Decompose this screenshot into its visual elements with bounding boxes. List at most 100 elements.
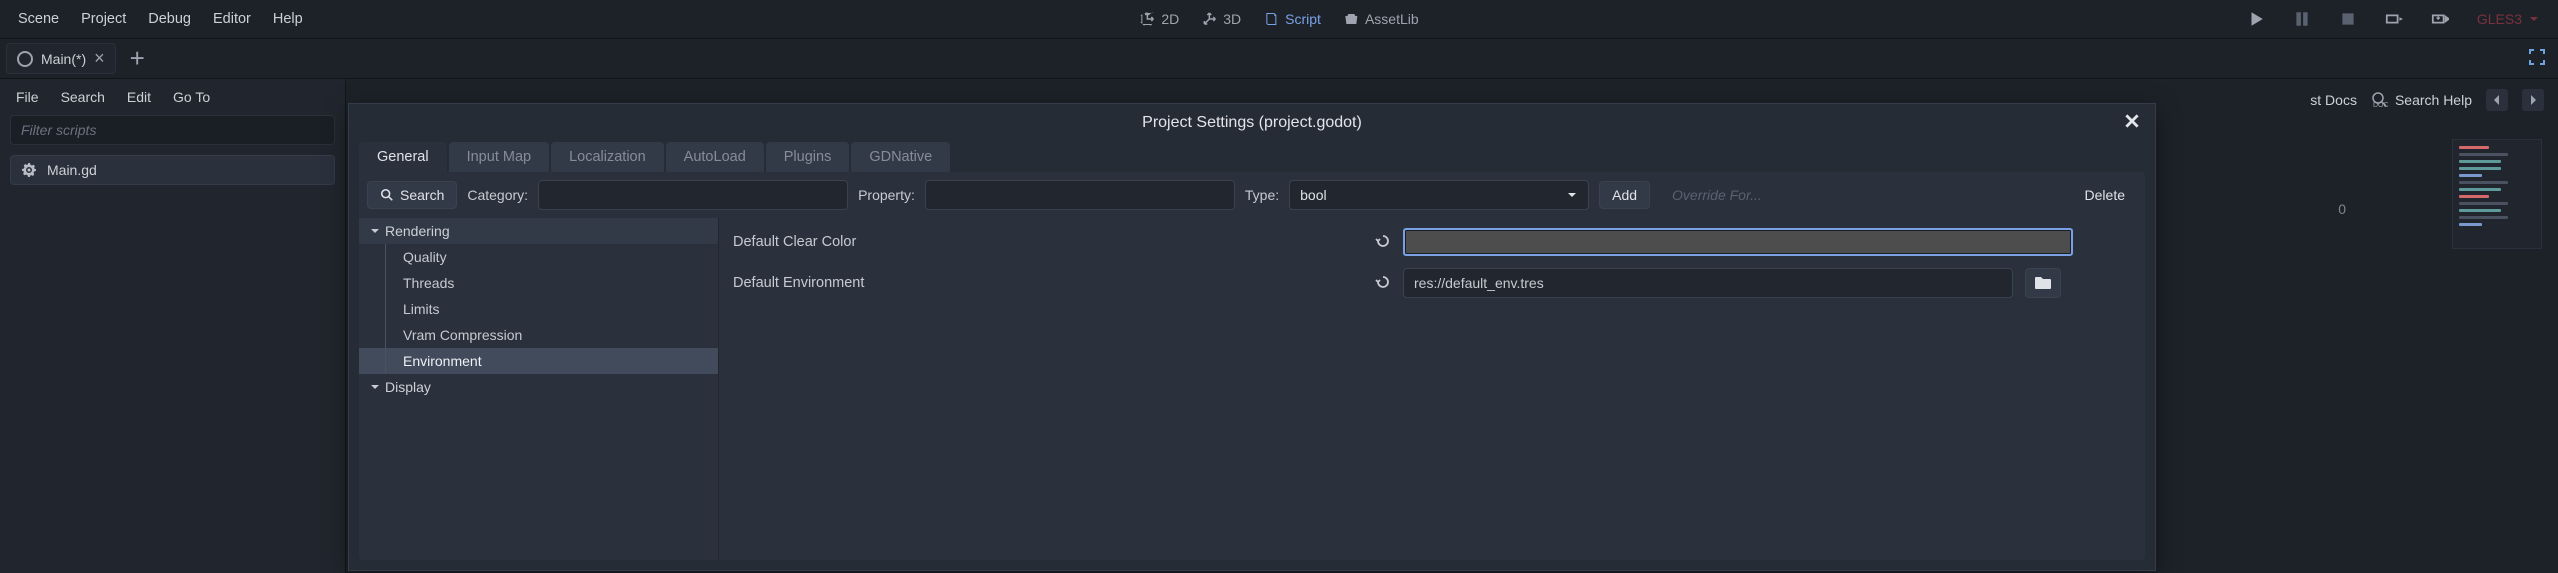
add-tab-button[interactable]: + xyxy=(130,43,145,74)
add-button[interactable]: Add xyxy=(1599,181,1650,209)
workspace-script-button[interactable]: Script xyxy=(1263,11,1321,27)
override-for-button[interactable]: Override For... xyxy=(1660,182,1774,208)
collapse-icon xyxy=(369,225,381,237)
arrows-3d-icon xyxy=(1201,11,1217,27)
property-label: Default Clear Color xyxy=(733,234,1363,250)
dialog-body: Search Category: Property: Type: bool Ad… xyxy=(359,172,2145,560)
collapse-icon xyxy=(369,381,381,393)
type-select[interactable]: bool xyxy=(1289,180,1589,210)
chevron-down-icon xyxy=(2528,13,2540,25)
menu-scene[interactable]: Scene xyxy=(18,11,59,27)
tree-item-limits[interactable]: Limits xyxy=(359,296,718,322)
script-menu-search[interactable]: Search xyxy=(61,89,105,105)
workspace-switcher: 2D 3D Script AssetLib xyxy=(1139,11,1418,27)
script-menu-file[interactable]: File xyxy=(16,89,39,105)
workspace-3d-button[interactable]: 3D xyxy=(1201,11,1241,27)
distraction-free-icon[interactable] xyxy=(2528,48,2552,69)
script-list-item[interactable]: Main.gd xyxy=(10,155,335,185)
property-label: Default Environment xyxy=(733,275,1363,291)
run-controls xyxy=(2247,10,2449,28)
search-help-label: Search Help xyxy=(2395,92,2472,108)
document-tab[interactable]: Main(*) × xyxy=(6,43,116,74)
request-docs-label: st Docs xyxy=(2310,92,2357,108)
project-settings-dialog: Project Settings (project.godot) General… xyxy=(348,103,2156,571)
property-row-environment: Default Environment res://default_env.tr… xyxy=(733,268,2131,298)
filter-scripts-container xyxy=(10,115,335,145)
script-icon xyxy=(1263,11,1279,27)
document-tab-bar: Main(*) × + xyxy=(0,39,2558,79)
tree-item-vram[interactable]: Vram Compression xyxy=(359,322,718,348)
search-help-button[interactable]: DOC Search Help xyxy=(2371,91,2472,109)
document-tab-title: Main(*) xyxy=(41,51,86,67)
nav-forward-icon[interactable] xyxy=(2522,89,2544,111)
renderer-selector[interactable]: GLES3 xyxy=(2477,11,2540,27)
menu-help[interactable]: Help xyxy=(273,11,303,27)
arrows-2d-icon xyxy=(1139,11,1155,27)
script-menu-edit[interactable]: Edit xyxy=(127,89,151,105)
property-input[interactable] xyxy=(925,180,1235,210)
gutter-line-number: 0 xyxy=(2338,201,2346,217)
revert-button[interactable] xyxy=(1375,233,1391,252)
dialog-close-button[interactable] xyxy=(2123,112,2141,135)
filter-scripts-input[interactable] xyxy=(10,115,335,145)
revert-button[interactable] xyxy=(1375,274,1391,293)
workspace-2d-label: 2D xyxy=(1161,11,1179,27)
script-panel-menu: File Search Edit Go To xyxy=(0,79,345,115)
script-editor-toolbar: st Docs DOC Search Help xyxy=(2296,79,2558,121)
search-icon xyxy=(380,188,394,202)
workspace-2d-button[interactable]: 2D xyxy=(1139,11,1179,27)
tab-gdnative[interactable]: GDNative xyxy=(851,142,950,172)
script-menu-goto[interactable]: Go To xyxy=(173,89,210,105)
play-scene-icon[interactable] xyxy=(2385,10,2403,28)
menu-debug[interactable]: Debug xyxy=(148,11,191,27)
search-button[interactable]: Search xyxy=(367,181,457,209)
type-select-value: bool xyxy=(1300,187,1326,203)
tree-group-label: Rendering xyxy=(385,223,450,239)
browse-button[interactable] xyxy=(2025,268,2061,298)
tab-autoload[interactable]: AutoLoad xyxy=(666,142,764,172)
tree-group-rendering[interactable]: Rendering xyxy=(359,218,718,244)
tab-general[interactable]: General xyxy=(359,142,447,172)
main-menu: Scene Project Debug Editor Help xyxy=(10,11,303,27)
tree-item-environment[interactable]: Environment xyxy=(359,348,718,374)
tab-plugins[interactable]: Plugins xyxy=(766,142,850,172)
tab-input-map[interactable]: Input Map xyxy=(449,142,550,172)
chevron-down-icon xyxy=(1566,189,1578,201)
category-tree: Rendering Quality Threads Limits Vram Co… xyxy=(359,218,719,560)
dialog-title: Project Settings (project.godot) xyxy=(1142,114,1362,131)
play-icon[interactable] xyxy=(2247,10,2265,28)
tree-group-display[interactable]: Display xyxy=(359,374,718,400)
menu-project[interactable]: Project xyxy=(81,11,126,27)
renderer-label: GLES3 xyxy=(2477,11,2522,27)
settings-content: Rendering Quality Threads Limits Vram Co… xyxy=(359,218,2145,560)
settings-toolbar: Search Category: Property: Type: bool Ad… xyxy=(359,172,2145,218)
tree-group-label: Display xyxy=(385,379,431,395)
play-custom-scene-icon[interactable] xyxy=(2431,10,2449,28)
top-menu-bar: Scene Project Debug Editor Help 2D 3D Sc… xyxy=(0,0,2558,39)
search-help-icon: DOC xyxy=(2371,91,2389,109)
property-panel: Default Clear Color Default Environment … xyxy=(719,218,2145,560)
svg-text:DOC: DOC xyxy=(2373,102,2389,109)
close-tab-icon[interactable]: × xyxy=(94,48,105,69)
scene-node-icon xyxy=(17,51,33,67)
tab-localization[interactable]: Localization xyxy=(551,142,664,172)
color-picker[interactable] xyxy=(1403,228,2073,256)
search-button-label: Search xyxy=(400,187,444,203)
close-icon xyxy=(2123,112,2141,130)
property-row-clear-color: Default Clear Color xyxy=(733,228,2131,256)
dialog-title-bar: Project Settings (project.godot) xyxy=(349,104,2155,142)
gear-icon xyxy=(21,162,37,178)
nav-back-icon[interactable] xyxy=(2486,89,2508,111)
code-minimap[interactable] xyxy=(2452,139,2542,249)
category-input[interactable] xyxy=(538,180,848,210)
resource-path-field[interactable]: res://default_env.tres xyxy=(1403,268,2013,298)
tree-item-quality[interactable]: Quality xyxy=(359,244,718,270)
menu-editor[interactable]: Editor xyxy=(213,11,251,27)
request-docs-button[interactable]: st Docs xyxy=(2310,92,2357,108)
delete-button[interactable]: Delete xyxy=(2073,182,2137,208)
pause-icon[interactable] xyxy=(2293,10,2311,28)
tree-item-threads[interactable]: Threads xyxy=(359,270,718,296)
stop-icon[interactable] xyxy=(2339,10,2357,28)
type-label: Type: xyxy=(1245,187,1279,203)
workspace-assetlib-button[interactable]: AssetLib xyxy=(1343,11,1419,27)
